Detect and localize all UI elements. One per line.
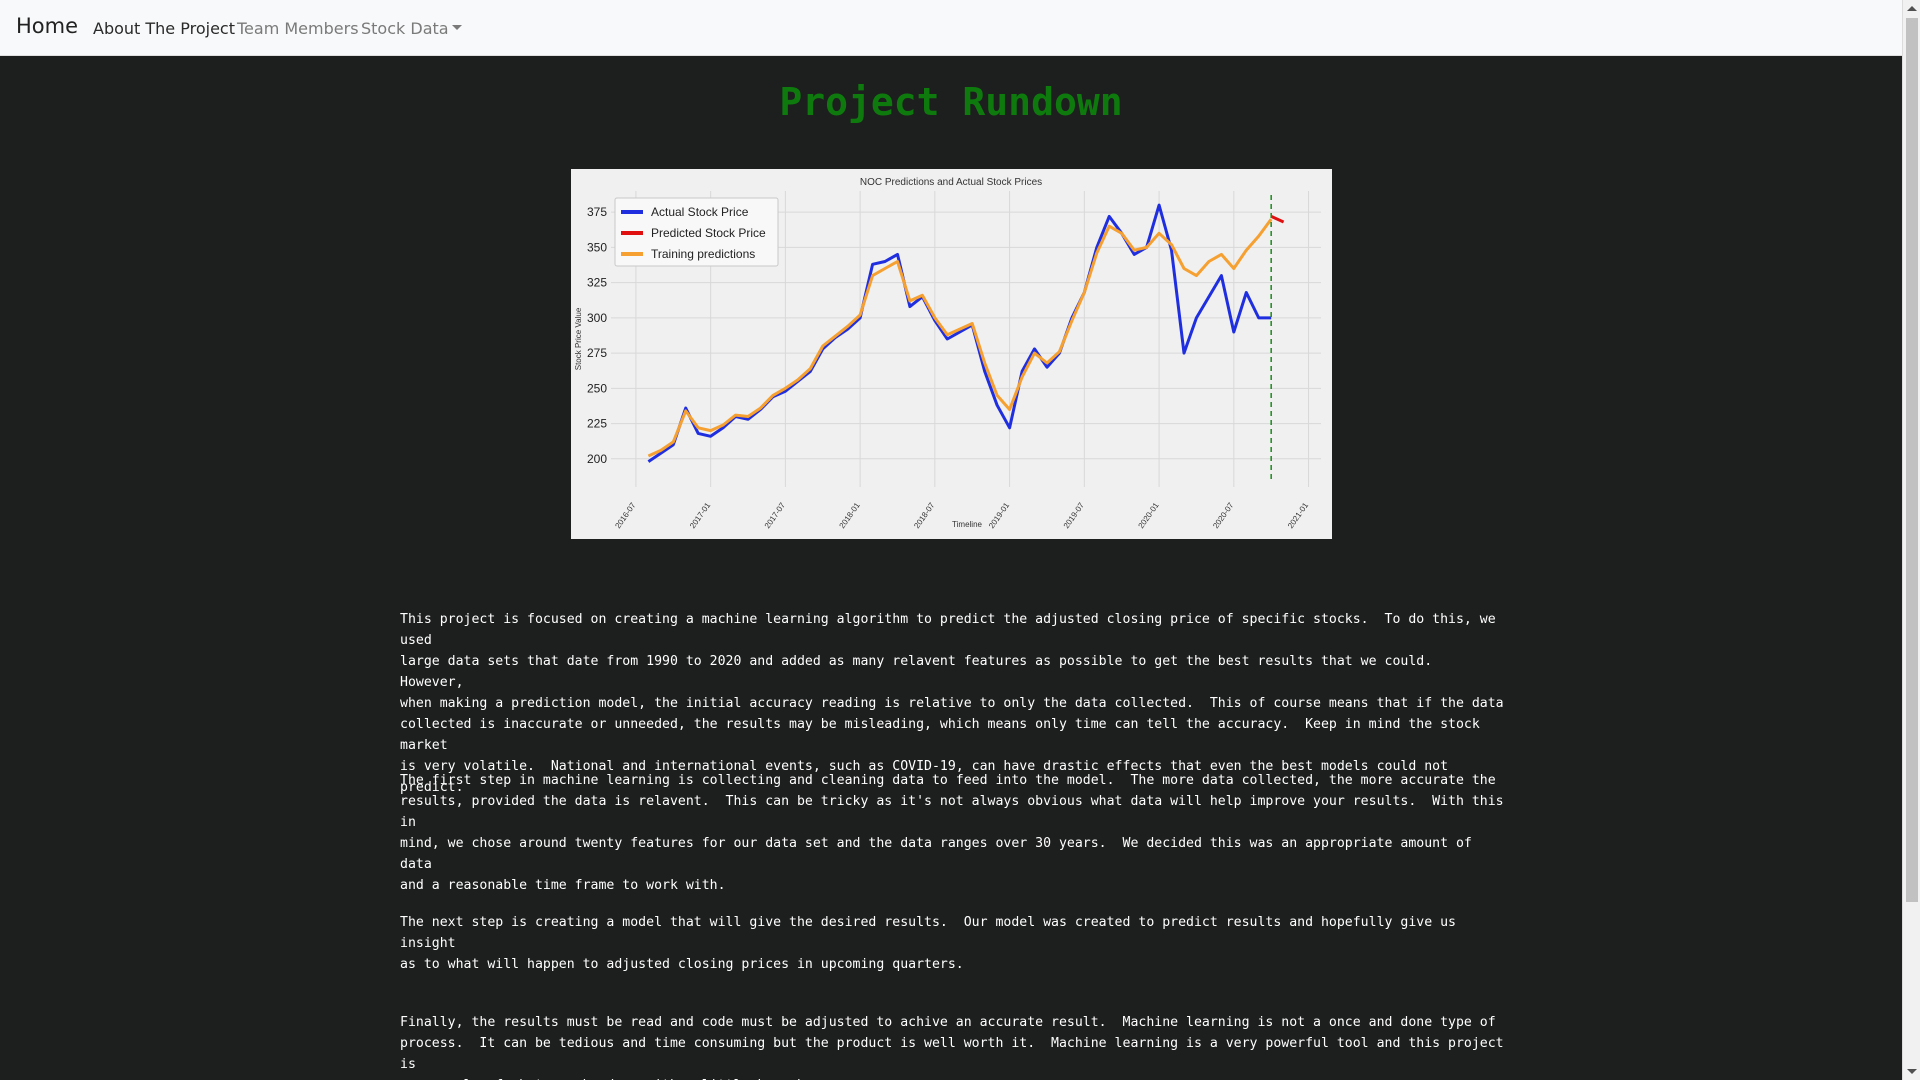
x-tick-label: 2017-07 [763, 501, 788, 531]
conclusion-paragraph: Finally, the results must be read and co… [400, 1015, 1504, 1080]
page-title: Project Rundown [779, 80, 1123, 124]
top-navbar: Home About The Project Team Members Stoc… [0, 0, 1902, 56]
x-axis-label: Timeline [952, 520, 982, 529]
x-tick-label: 2019-01 [987, 501, 1012, 531]
legend-label-2: Training predictions [651, 247, 755, 261]
x-tick-label: 2020-01 [1136, 501, 1161, 531]
x-tick-label: 2018-07 [912, 501, 937, 531]
y-axis-label: Stock Price Value [574, 307, 583, 370]
data-collection-paragraph: The first step in machine learning is co… [400, 773, 1504, 893]
scroll-down-icon[interactable] [1907, 1069, 1917, 1074]
chart-title: NOC Predictions and Actual Stock Prices [860, 177, 1042, 188]
scrollbar-thumb[interactable] [1906, 18, 1918, 902]
y-tick-label: 275 [587, 346, 607, 360]
nav-stock-data-label: Stock Data [361, 19, 449, 38]
legend-label-0: Actual Stock Price [651, 205, 749, 219]
nav-team-link[interactable]: Team Members [237, 19, 359, 38]
stock-chart-svg: NOC Predictions and Actual Stock Prices 2… [574, 177, 1321, 531]
legend-label-1: Predicted Stock Price [651, 226, 766, 240]
model-paragraph: The next step is creating a model that w… [400, 915, 1456, 972]
y-tick-label: 350 [587, 240, 607, 254]
y-tick-label: 300 [587, 311, 607, 325]
stock-chart: NOC Predictions and Actual Stock Prices 2… [571, 169, 1332, 539]
y-tick-label: 325 [587, 276, 607, 290]
vertical-scrollbar[interactable] [1902, 0, 1920, 1080]
x-tick-label: 2018-01 [838, 501, 863, 531]
x-tick-label: 2017-01 [688, 501, 713, 531]
nav-home-link[interactable]: Home [16, 14, 78, 38]
series-line-1 [1270, 215, 1285, 224]
y-tick-label: 200 [587, 452, 607, 466]
y-tick-label: 375 [587, 205, 607, 219]
nav-about-link[interactable]: About The Project [93, 19, 235, 38]
y-tick-label: 250 [587, 381, 607, 395]
y-tick-label: 225 [587, 417, 607, 431]
caret-down-icon [451, 25, 462, 30]
x-tick-label: 2021-01 [1286, 501, 1311, 531]
scroll-up-icon[interactable] [1907, 6, 1917, 11]
x-tick-label: 2020-07 [1211, 501, 1236, 531]
x-tick-label: 2019-07 [1062, 501, 1087, 531]
nav-stock-data-dropdown[interactable]: Stock Data [361, 19, 462, 38]
x-tick-label: 2016-07 [613, 501, 638, 531]
